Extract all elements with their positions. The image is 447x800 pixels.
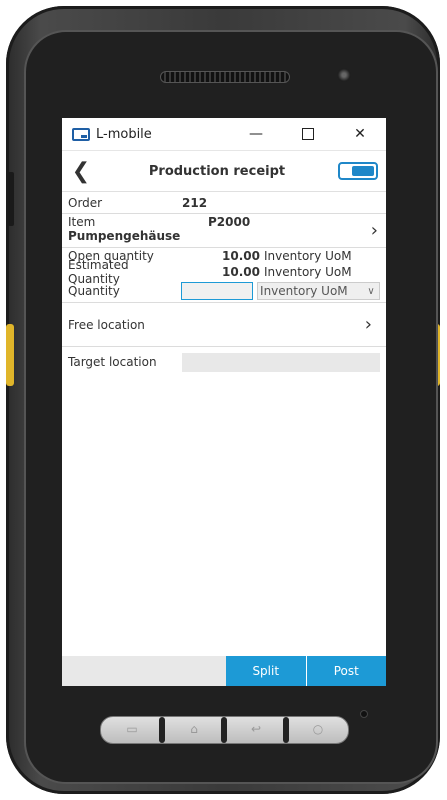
close-button[interactable]: ✕ [334, 126, 386, 142]
window-titlebar: L-mobile — ✕ [62, 118, 386, 151]
item-row[interactable]: Item P2000 Pumpengehäuse › [62, 214, 386, 248]
unit-select[interactable]: Inventory UoM ∨ [257, 282, 380, 300]
nav-divider [159, 717, 165, 743]
free-location-label: Free location [68, 317, 145, 332]
action-bar-spacer [62, 656, 226, 686]
chevron-down-icon: ∨ [367, 285, 375, 297]
order-label: Order [68, 195, 103, 210]
maximize-button[interactable] [282, 126, 334, 142]
action-bar: Split Post [62, 656, 386, 686]
menu-key-icon[interactable]: ▭ [121, 722, 143, 736]
earpiece-speaker [160, 71, 290, 83]
open-quantity-unit: Inventory UoM [264, 249, 352, 263]
page-title: Production receipt [148, 163, 286, 179]
scan-trigger-left [6, 324, 14, 386]
home-key-icon[interactable]: ⌂ [183, 722, 205, 736]
quantity-row: Quantity Inventory UoM ∨ [62, 280, 386, 303]
app-title: L-mobile [96, 126, 152, 142]
item-label: Item [68, 215, 96, 229]
estimated-quantity-row: Estimated Quantity 10.00 Inventory UoM [62, 258, 386, 286]
quantity-label: Quantity [68, 284, 120, 298]
target-location-label: Target location [68, 355, 157, 369]
open-quantity-value: 10.00 [222, 249, 260, 263]
side-key [8, 172, 14, 226]
free-location-row[interactable]: Free location › [62, 303, 386, 347]
page-header: ❮ Production receipt [62, 151, 386, 192]
battery-toggle-icon[interactable] [338, 162, 378, 180]
estimated-quantity-unit: Inventory UoM [264, 265, 352, 279]
front-camera-icon [337, 68, 351, 82]
nav-divider [283, 717, 289, 743]
post-button[interactable]: Post [305, 656, 386, 686]
maximize-icon [302, 128, 314, 140]
nav-divider [221, 717, 227, 743]
app-screen: L-mobile — ✕ ❮ Production receipt Order … [62, 118, 386, 686]
quantity-input[interactable] [181, 282, 254, 300]
order-value: 212 [182, 195, 208, 210]
unit-select-value: Inventory UoM [260, 284, 348, 298]
minimize-button[interactable]: — [230, 126, 282, 142]
item-value: P2000 [208, 215, 251, 229]
estimated-quantity-label: Estimated Quantity [68, 258, 129, 286]
target-location-row: Target location [62, 349, 386, 375]
back-key-icon[interactable]: ↩ [245, 722, 267, 736]
target-location-input[interactable] [182, 352, 380, 372]
split-button[interactable]: Split [226, 656, 306, 686]
back-button[interactable]: ❮ [62, 159, 100, 184]
item-description: Pumpengehäuse [68, 229, 181, 243]
app-logo-icon [72, 127, 90, 141]
status-led [360, 710, 368, 718]
search-key-icon[interactable]: ○ [307, 722, 329, 736]
estimated-quantity-value: 10.00 [222, 265, 260, 279]
order-row: Order 212 [62, 192, 386, 214]
item-chevron-icon[interactable]: › [371, 220, 386, 241]
hardware-nav-bar: ▭ ⌂ ↩ ○ [100, 716, 349, 744]
free-location-chevron-icon[interactable]: › [365, 314, 380, 335]
